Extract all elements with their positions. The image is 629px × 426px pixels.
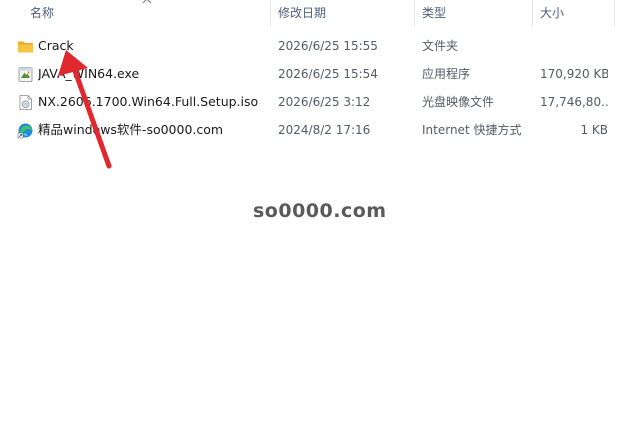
file-type: 应用程序 [422, 67, 471, 81]
watermark-text: so0000.com [253, 200, 387, 222]
file-size [540, 32, 608, 60]
column-header-size[interactable]: 大小 [532, 0, 616, 27]
file-name: NX.2606.1700.Win64.Full.Setup.iso [38, 94, 259, 109]
file-type: 文件夹 [422, 39, 459, 53]
file-type: 光盘映像文件 [422, 95, 495, 109]
file-size: 170,920 KB [540, 67, 608, 81]
exe-installer-icon [18, 67, 33, 82]
column-header-type[interactable]: 类型 [414, 0, 532, 27]
file-row-crack[interactable]: Crack 2026/6/25 15:55 文件夹 [0, 32, 629, 60]
file-name: 精品windows软件-so0000.com [38, 122, 224, 137]
folder-icon [18, 41, 33, 53]
file-name: JAVA_WIN64.exe [38, 66, 140, 81]
column-divider[interactable] [614, 0, 615, 27]
file-modified-date: 2026/6/25 15:55 [278, 39, 378, 53]
disc-image-icon [19, 95, 32, 110]
column-header-modified[interactable]: 修改日期 [270, 0, 410, 27]
file-modified-date: 2024/8/2 17:16 [278, 123, 371, 137]
file-row-nx-iso[interactable]: NX.2606.1700.Win64.Full.Setup.iso 2026/6… [0, 88, 629, 116]
file-row-url-shortcut[interactable]: 精品windows软件-so0000.com 2024/8/2 17:16 In… [0, 116, 629, 144]
column-header-name[interactable]: 名称 [22, 0, 262, 27]
column-header-row: 名称 修改日期 类型 大小 [0, 0, 629, 27]
file-row-java-exe[interactable]: JAVA_WIN64.exe 2026/6/25 15:54 应用程序 170,… [0, 60, 629, 88]
edge-shortcut-icon [17, 123, 33, 139]
file-modified-date: 2026/6/25 3:12 [278, 95, 371, 109]
file-size: 17,746,80... [540, 95, 608, 109]
file-size: 1 KB [580, 123, 608, 137]
file-name: Crack [38, 38, 74, 53]
file-type: Internet 快捷方式 [422, 123, 522, 137]
file-modified-date: 2026/6/25 15:54 [278, 67, 378, 81]
